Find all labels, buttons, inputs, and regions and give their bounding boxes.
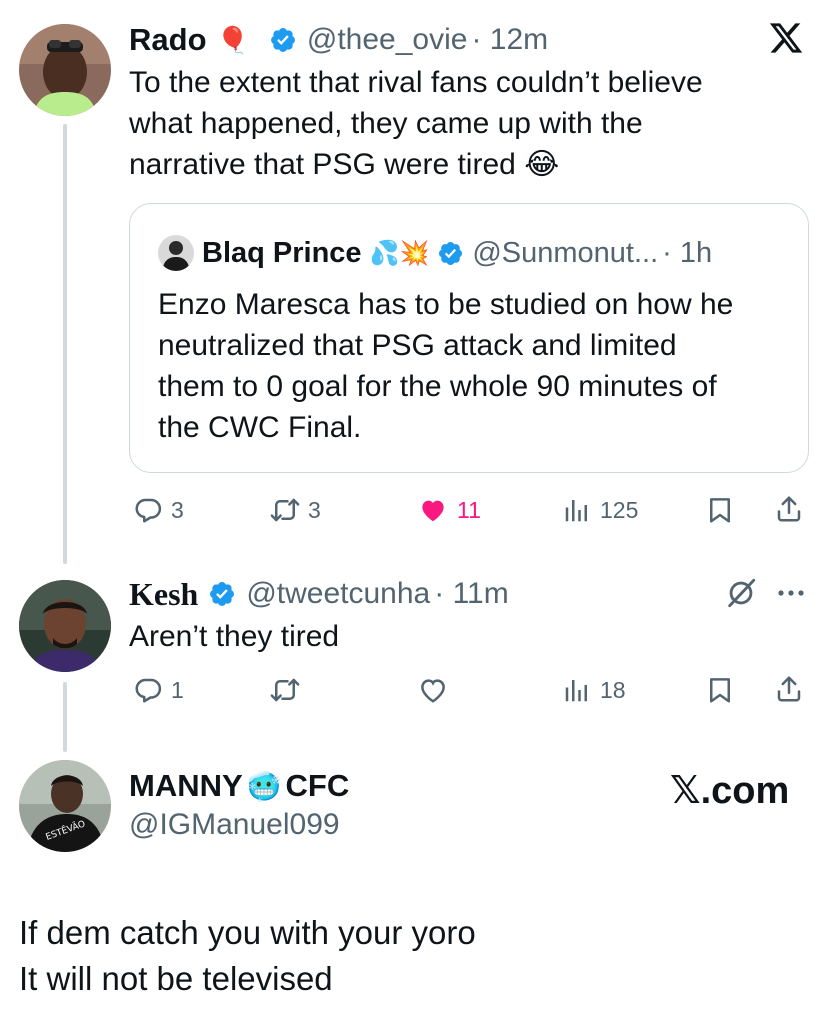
handle[interactable]: @thee_ovie — [307, 23, 468, 57]
reply-button[interactable]: 1 — [133, 675, 184, 705]
reply-icon — [133, 675, 163, 705]
quote-text-line: neutralized that PSG attack and limited — [158, 329, 677, 362]
quote-avatar[interactable] — [158, 235, 194, 271]
views-icon — [562, 495, 592, 525]
bookmark-icon — [705, 495, 735, 525]
like-icon — [417, 675, 449, 705]
display-name-part[interactable]: CFC — [286, 768, 350, 804]
handle[interactable]: @IGManuel099 — [129, 808, 340, 842]
avatar-rado[interactable] — [19, 24, 111, 116]
display-name[interactable]: Rado — [129, 22, 207, 58]
reply-count: 1 — [171, 676, 184, 703]
laughing-emoji: 😂 — [524, 148, 560, 181]
x-com-brand: 𝕏.com — [670, 768, 789, 813]
quote-timestamp: · 1h — [662, 236, 713, 269]
repost-icon — [270, 675, 300, 705]
quote-handle: @Sunmonut... — [472, 236, 659, 269]
bookmark-icon — [705, 675, 735, 705]
quote-text-line: them to 0 goal for the whole 90 minutes … — [158, 370, 717, 403]
like-count: 11 — [457, 496, 481, 523]
balloon-emoji: 🎈 — [216, 24, 249, 55]
reply-icon — [133, 495, 163, 525]
quote-display-name[interactable]: Blaq Prince — [202, 237, 362, 270]
x-logo-icon[interactable] — [768, 20, 808, 60]
tweet-text-line: To the extent that rival fans couldn’t b… — [129, 66, 703, 99]
avatar-kesh[interactable] — [19, 580, 111, 672]
tweet-text: If dem catch you with your yoro It will … — [19, 910, 476, 1002]
cold-face-emoji: 🥶 — [246, 770, 282, 802]
display-name[interactable]: Kesh — [129, 576, 198, 613]
avatar-manny[interactable]: ESTĒVÃO — [19, 760, 111, 852]
verified-badge-icon — [208, 580, 236, 608]
view-count: 125 — [600, 496, 639, 523]
thread-line — [63, 124, 67, 564]
tweet-text-line: If dem catch you with your yoro — [19, 914, 476, 951]
more-icon[interactable] — [776, 580, 810, 606]
tweet-header: Kesh @tweetcunha · 11m — [129, 574, 509, 614]
quote-text-line: Enzo Maresca has to be studied on how he — [158, 288, 734, 321]
bookmark-button[interactable] — [705, 495, 735, 525]
tweet-text-line: It will not be televised — [19, 960, 333, 997]
handle[interactable]: @tweetcunha — [246, 577, 430, 611]
share-icon — [774, 494, 804, 524]
verified-badge-icon — [269, 26, 297, 54]
share-button[interactable] — [774, 674, 804, 704]
timestamp[interactable]: · 11m — [434, 577, 508, 611]
quote-name-emoji: 💦💥 — [369, 239, 430, 267]
bookmark-button[interactable] — [705, 675, 735, 705]
display-name-part[interactable]: MANNY — [129, 768, 243, 804]
site-label: 𝕏.com — [670, 770, 790, 812]
verified-badge-icon — [437, 240, 464, 267]
repost-count: 3 — [308, 496, 321, 523]
tweet-header: MANNY 🥶 CFC — [129, 766, 349, 806]
quote-text: Enzo Maresca has to be studied on how he… — [158, 284, 798, 448]
grok-icon[interactable] — [724, 576, 760, 612]
like-icon — [417, 495, 449, 525]
views-icon — [562, 675, 592, 705]
tweet-text-line: narrative that PSG were tired 😂 — [129, 148, 560, 181]
tweet-header: Rado 🎈 @thee_ovie · 12m — [129, 20, 548, 60]
views-button[interactable]: 18 — [562, 675, 626, 705]
views-button[interactable]: 125 — [562, 495, 638, 525]
reply-button[interactable]: 3 — [133, 495, 184, 525]
repost-button[interactable]: 3 — [270, 495, 321, 525]
quote-text-line: the CWC Final. — [158, 411, 362, 444]
share-icon — [774, 674, 804, 704]
thread-line — [63, 682, 67, 752]
like-button[interactable] — [417, 675, 449, 705]
like-button[interactable]: 11 — [417, 495, 481, 525]
quote-header: Blaq Prince 💦💥 @Sunmonut... · 1h — [158, 234, 712, 272]
view-count: 18 — [600, 676, 626, 703]
share-button[interactable] — [774, 494, 804, 524]
tweet-text-line: what happened, they came up with the — [129, 107, 643, 140]
tweet-text: Aren’t they tired — [129, 620, 340, 653]
reply-count: 3 — [171, 496, 184, 523]
quoted-tweet-card[interactable]: Blaq Prince 💦💥 @Sunmonut... · 1h Enzo Ma… — [129, 203, 809, 473]
tweet-text: To the extent that rival fans couldn’t b… — [129, 62, 799, 185]
repost-icon — [270, 495, 300, 525]
timestamp[interactable]: · 12m — [471, 23, 548, 57]
repost-button[interactable] — [270, 675, 300, 705]
